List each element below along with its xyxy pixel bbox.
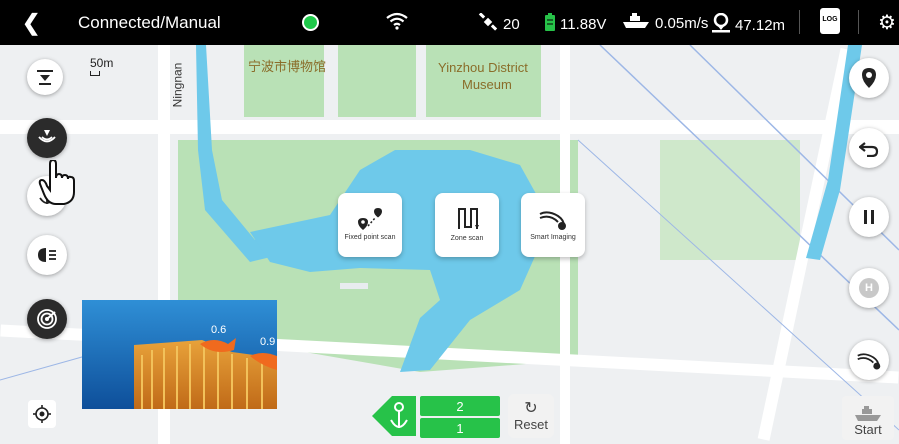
fish-depth-label: 0.9	[260, 336, 276, 348]
reset-button[interactable]: ↻ Reset	[508, 394, 554, 438]
log-label: LOG	[822, 16, 838, 23]
map-scale: 50m	[90, 56, 113, 76]
undo-button[interactable]	[849, 128, 889, 168]
fish-depth-label: 0.6	[211, 324, 227, 336]
divider	[858, 10, 859, 34]
battery-icon	[545, 13, 555, 35]
scale-bar	[90, 71, 100, 76]
gear-2-button[interactable]: 2	[420, 396, 500, 416]
zone-scan-icon	[458, 208, 479, 229]
battery-status: 11.88V	[545, 13, 606, 35]
gear-icon[interactable]: ⚙	[878, 10, 896, 35]
scale-label: 50m	[90, 56, 114, 70]
connection-title: Connected/Manual	[78, 13, 221, 32]
home-icon: H	[859, 278, 879, 298]
card-label: Zone scan	[450, 235, 484, 242]
card-label: Smart Imaging	[530, 234, 576, 241]
back-chevron-icon[interactable]: ❮	[22, 10, 40, 36]
map-label: Museum	[462, 77, 512, 92]
seabed-scan-icon	[857, 353, 881, 370]
speed-value: 0.05m/s	[655, 14, 709, 32]
boat-icon	[855, 406, 881, 421]
map-label: Ningnan	[170, 62, 185, 108]
depth-status: 47.12m	[712, 12, 786, 37]
undo-icon	[859, 142, 879, 157]
status-bar: ❮ Connected/Manual 20 11.88V 0.05m/s 47.…	[0, 0, 899, 45]
locate-me-button[interactable]	[28, 400, 56, 428]
seabed-scan-icon	[539, 211, 566, 230]
pause-button[interactable]	[849, 197, 889, 237]
map-label: 宁波市博物馆	[248, 59, 327, 74]
route-pins-icon	[358, 208, 382, 230]
zone-scan-card[interactable]: Zone scan	[435, 193, 499, 257]
road	[0, 120, 899, 134]
crosshair-icon	[33, 405, 51, 423]
boat-icon	[622, 13, 650, 33]
map-label: Yinzhou District	[438, 60, 528, 75]
radar-button[interactable]	[27, 299, 67, 339]
log-icon[interactable]: LOG	[820, 8, 840, 34]
sonar-icon	[38, 130, 56, 143]
scan-down-icon	[37, 70, 53, 85]
connection-status-dot	[302, 14, 319, 31]
return-home-button[interactable]: H	[849, 268, 889, 308]
location-pin-icon	[712, 12, 730, 37]
park-area	[338, 45, 416, 117]
start-button[interactable]: Start	[842, 396, 894, 440]
pin-icon	[862, 68, 876, 88]
battery-voltage: 11.88V	[560, 15, 607, 33]
sonar-preview[interactable]: 0.6 0.9	[82, 300, 277, 409]
smart-imaging-button[interactable]	[849, 340, 889, 380]
lake-pier	[340, 283, 368, 289]
depth-value: 47.12m	[735, 16, 786, 34]
pause-icon	[864, 210, 874, 224]
satellite-count: 20	[503, 15, 520, 33]
headlight-icon	[38, 248, 56, 262]
radar-icon	[37, 309, 57, 329]
satellite-icon	[478, 12, 498, 35]
park-area	[660, 140, 800, 260]
gear-1-button[interactable]: 1	[420, 418, 500, 438]
reset-label: Reset	[514, 416, 548, 432]
speed-status: 0.05m/s	[622, 13, 708, 33]
refresh-icon: ↻	[524, 399, 538, 417]
smart-imaging-card[interactable]: Smart Imaging	[521, 193, 585, 257]
divider	[799, 10, 800, 34]
satellite-status: 20	[478, 12, 520, 35]
card-label: Fixed point scan	[344, 234, 396, 241]
lights-button[interactable]	[27, 235, 67, 275]
anchor-mode-button[interactable]	[372, 394, 416, 438]
fixed-point-scan-card[interactable]: Fixed point scan	[338, 193, 402, 257]
start-label: Start	[854, 422, 882, 437]
map-pin-button[interactable]	[849, 58, 889, 98]
sonar-button[interactable]	[27, 118, 67, 158]
lidar-scan-button[interactable]	[27, 59, 63, 95]
wifi-icon	[385, 12, 409, 30]
hand-pointer-icon	[38, 158, 78, 211]
